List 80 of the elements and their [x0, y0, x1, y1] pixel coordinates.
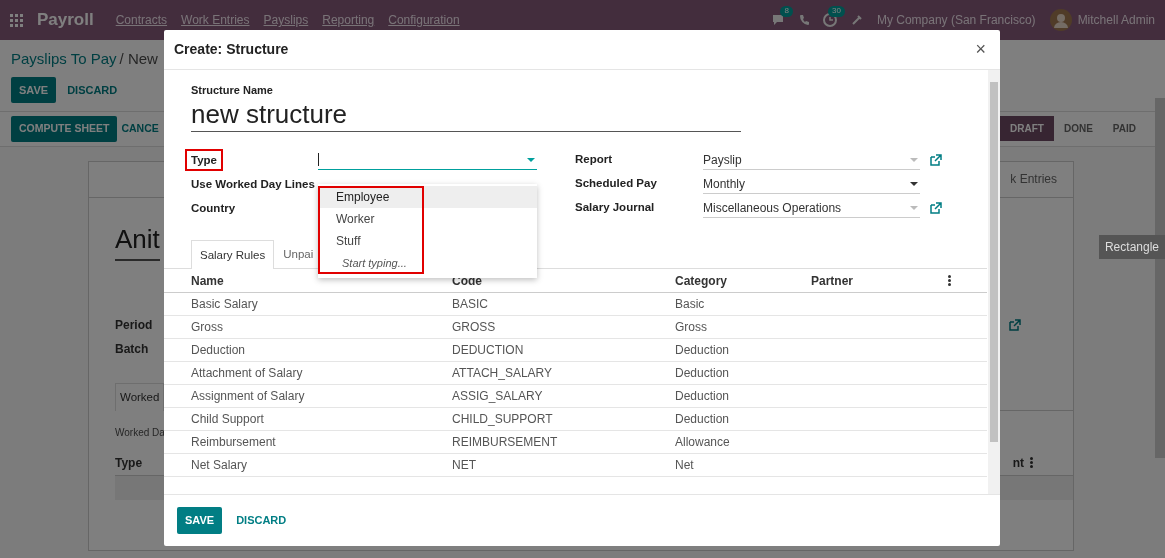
company-switcher[interactable]: My Company (San Francisco): [876, 11, 1036, 29]
dropdown-option[interactable]: Employee: [318, 186, 537, 208]
table-cell: Child Support: [164, 407, 452, 431]
wrench-icon[interactable]: [850, 14, 863, 26]
table-cell: Net Salary: [164, 453, 452, 477]
record-title: Anit: [115, 219, 160, 261]
menu-item[interactable]: Configuration: [388, 11, 460, 29]
apps-menu-icon[interactable]: [10, 13, 23, 27]
table-cell: ATTACH_SALARY: [452, 361, 675, 385]
tooltip: Rectangle: [1098, 235, 1165, 259]
table-cell: Basic Salary: [164, 292, 452, 316]
external-link-icon[interactable]: [930, 202, 942, 214]
dropdown-hint: Start typing...: [341, 256, 408, 271]
table-cell: REIMBURSEMENT: [452, 430, 675, 454]
status-step[interactable]: DRAFT: [1000, 116, 1054, 142]
field-label: Period: [115, 316, 153, 334]
select-field[interactable]: Payslip: [703, 150, 920, 170]
menu-item[interactable]: Payslips: [263, 11, 309, 29]
save-button[interactable]: SAVE: [177, 507, 223, 534]
dialog-title: Create: Structure: [174, 40, 289, 59]
table-cell: Gross: [675, 315, 811, 339]
table-cell: BASIC: [452, 292, 675, 316]
menu-item[interactable]: Reporting: [322, 11, 375, 29]
form-tab[interactable]: Worked: [115, 382, 165, 411]
field-label: Salary Journal: [575, 200, 656, 216]
cancel-button[interactable]: CANCE: [117, 116, 163, 142]
table-cell: GROSS: [452, 315, 675, 339]
discard-button[interactable]: DISCARD: [228, 507, 295, 534]
compute-sheet-button[interactable]: COMPUTE SHEET: [11, 116, 118, 142]
chat-icon[interactable]: [770, 13, 785, 27]
avatar-icon[interactable]: [1049, 9, 1072, 31]
table-cell: Attachment of Salary: [164, 361, 452, 385]
table-cell: Allowance: [675, 430, 811, 454]
field-label: Structure Name: [191, 83, 274, 98]
select-field[interactable]: Miscellaneous Operations: [703, 198, 920, 218]
breadcrumb-link[interactable]: Payslips To Pay: [11, 48, 117, 71]
breadcrumb-current: / New: [119, 49, 158, 69]
discard-button[interactable]: DISCARD: [59, 76, 126, 103]
clock-icon[interactable]: [822, 13, 837, 27]
phone-icon[interactable]: [798, 14, 809, 26]
save-button[interactable]: SAVE: [11, 76, 57, 103]
tab[interactable]: Salary Rules: [191, 240, 275, 270]
table-cell: Deduction: [675, 361, 811, 385]
table-cell: Gross: [164, 315, 452, 339]
table-cell: CHILD_SUPPORT: [452, 407, 675, 431]
table-cell: Deduction: [675, 407, 811, 431]
table-cell: Deduction: [164, 338, 452, 362]
table-cell: NET: [452, 453, 675, 477]
field-label: Report: [575, 152, 614, 168]
field-label: Use Worked Day Lines: [190, 177, 316, 192]
external-link-icon[interactable]: [1009, 318, 1021, 331]
user-menu[interactable]: Mitchell Admin: [1077, 11, 1155, 29]
column-header: nt: [1012, 454, 1024, 472]
table-cell: Assignment of Salary: [164, 384, 452, 408]
menu-item[interactable]: Contracts: [115, 11, 168, 29]
external-link-icon[interactable]: [930, 154, 942, 166]
notification-badge: 8: [780, 6, 793, 17]
app-title[interactable]: Payroll: [37, 7, 94, 33]
column-header: Type: [115, 454, 143, 472]
column-header: Partner: [811, 269, 948, 293]
field-label: Country: [190, 201, 237, 216]
section-label: Worked Da: [115, 426, 166, 440]
table-cell: Deduction: [675, 338, 811, 362]
table-cell: Deduction: [675, 384, 811, 408]
field-label: Scheduled Pay: [575, 176, 658, 192]
menu-item[interactable]: Work Entries: [181, 11, 250, 29]
type-input[interactable]: [318, 150, 537, 170]
table-cell: Basic: [675, 292, 811, 316]
table-cell: DEDUCTION: [452, 338, 675, 362]
field-label: Batch: [115, 340, 150, 358]
column-header: Category: [675, 269, 811, 293]
close-button[interactable]: ×: [971, 36, 990, 63]
select-field[interactable]: Monthly: [703, 174, 920, 194]
kebab-menu-icon[interactable]: [948, 275, 951, 286]
field-label: Type: [185, 149, 223, 171]
tab[interactable]: Unpai: [274, 240, 323, 269]
notification-badge: 30: [828, 6, 845, 17]
table-cell: ASSIG_SALARY: [452, 384, 675, 408]
table-cell: Net: [675, 453, 811, 477]
table-cell: Reimbursement: [164, 430, 452, 454]
